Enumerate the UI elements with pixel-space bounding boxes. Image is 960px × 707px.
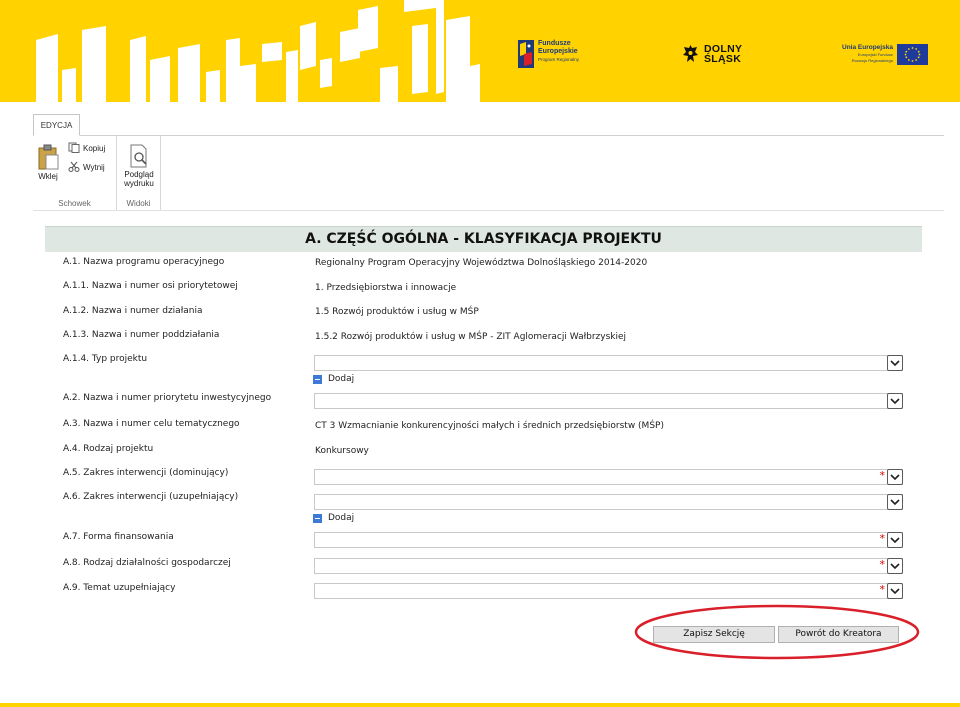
value-a3: CT 3 Wzmacnianie konkurencyjności małych… xyxy=(315,421,664,431)
ribbon-group-views: Podgląd wydruku Widoki xyxy=(117,136,161,210)
section-title: A. CZĘŚĆ OGÓLNA - KLASYFIKACJA PROJEKTU xyxy=(305,231,662,247)
dropdown-arrow[interactable] xyxy=(887,469,903,485)
copy-icon xyxy=(68,142,80,155)
required-marker: * xyxy=(879,583,886,596)
label-a4: A.4. Rodzaj projektu xyxy=(63,444,154,454)
value-a4: Konkursowy xyxy=(315,446,369,456)
bottom-stripe xyxy=(0,703,960,707)
chevron-down-icon xyxy=(890,499,900,506)
add-label: Dodaj xyxy=(328,513,355,523)
ribbon-group-clipboard: Wklej Kopiuj Wytnij Schowek xyxy=(33,136,117,210)
chevron-down-icon xyxy=(890,537,900,544)
ribbon-divider xyxy=(33,135,944,136)
value-a11: 1. Przedsiębiorstwa i innowacje xyxy=(315,283,457,293)
collapse-icon xyxy=(313,513,322,523)
tab-edycja[interactable]: EDYCJA xyxy=(33,114,80,136)
copy-button[interactable]: Kopiuj xyxy=(68,142,105,155)
label-a8: A.8. Rodzaj działalności gospodarczej xyxy=(63,558,231,568)
value-a13: 1.5.2 Rozwój produktów i usług w MŚP - Z… xyxy=(315,332,627,342)
required-marker: * xyxy=(879,532,886,545)
banner-decoration xyxy=(36,0,480,102)
dropdown-arrow[interactable] xyxy=(887,494,903,510)
label-a11: A.1.1. Nazwa i numer osi priorytetowej xyxy=(63,281,238,291)
value-a12: 1.5 Rozwój produktów i usług w MŚP xyxy=(315,307,479,317)
print-preview-label-2: wydruku xyxy=(124,179,154,188)
add-button-a6[interactable]: Dodaj xyxy=(313,513,354,523)
label-a7: A.7. Forma finansowania xyxy=(63,532,174,542)
top-banner: Fundusze Europejskie Program Regionalny … xyxy=(0,0,960,102)
ue-logo-line1: Unia Europejska xyxy=(842,44,893,51)
collapse-icon xyxy=(313,374,322,384)
fe-logo-line1: Fundusze xyxy=(538,40,571,47)
select-a5[interactable]: * xyxy=(314,469,903,485)
select-a6[interactable] xyxy=(314,494,903,510)
chevron-down-icon xyxy=(890,588,900,595)
chevron-down-icon xyxy=(890,398,900,405)
select-a14[interactable] xyxy=(314,355,903,371)
print-preview-icon xyxy=(130,144,147,168)
print-preview-label-1: Podgląd xyxy=(124,170,154,179)
dropdown-arrow[interactable] xyxy=(887,583,903,599)
section-header: A. CZĘŚĆ OGÓLNA - KLASYFIKACJA PROJEKTU xyxy=(45,226,922,252)
group-label-views: Widoki xyxy=(126,199,151,208)
select-a7[interactable]: * xyxy=(314,532,903,548)
label-a5: A.5. Zakres interwencji (dominujący) xyxy=(63,468,229,478)
fe-logo-line2: Europejskie xyxy=(538,48,578,55)
label-a2: A.2. Nazwa i numer priorytetu inwestycyj… xyxy=(63,393,272,403)
label-a3: A.3. Nazwa i numer celu tematycznego xyxy=(63,419,240,429)
ue-logo-line3: Rozwoju Regionalnego xyxy=(851,58,893,63)
label-a14: A.1.4. Typ projektu xyxy=(63,354,148,364)
eu-flag-icon xyxy=(896,44,928,65)
chevron-down-icon xyxy=(890,474,900,481)
select-a2[interactable] xyxy=(314,393,903,409)
dropdown-arrow[interactable] xyxy=(887,393,903,409)
select-a9[interactable]: * xyxy=(314,583,903,599)
chevron-down-icon xyxy=(890,563,900,570)
fundusze-europejskie-logo: Fundusze Europejskie Program Regionalny xyxy=(518,40,579,68)
ribbon-bottom-divider xyxy=(33,210,944,211)
required-marker: * xyxy=(879,558,886,571)
required-marker: * xyxy=(879,469,886,482)
clipboard-icon xyxy=(38,144,59,170)
scissors-icon xyxy=(68,161,80,174)
chevron-down-icon xyxy=(890,360,900,367)
eagle-icon xyxy=(683,45,698,62)
fe-logo-line3: Program Regionalny xyxy=(538,57,580,62)
add-label: Dodaj xyxy=(328,374,355,384)
label-a9: A.9. Temat uzupełniający xyxy=(63,583,176,593)
highlight-ellipse xyxy=(634,604,920,660)
unia-europejska-logo: Unia Europejska Europejski Fundusz Rozwo… xyxy=(842,44,928,65)
select-a8[interactable]: * xyxy=(314,558,903,574)
group-label-clipboard: Schowek xyxy=(58,199,91,208)
label-a6: A.6. Zakres interwencji (uzupełniający) xyxy=(63,492,239,502)
ds-logo-line2: ŚLĄSK xyxy=(704,53,742,65)
fe-mark-icon xyxy=(518,40,534,68)
cut-button[interactable]: Wytnij xyxy=(68,161,105,174)
label-a13: A.1.3. Nazwa i numer poddziałania xyxy=(63,330,220,340)
label-a1: A.1. Nazwa programu operacyjnego xyxy=(63,257,225,267)
dropdown-arrow[interactable] xyxy=(887,558,903,574)
cut-label: Wytnij xyxy=(83,163,105,172)
paste-button[interactable]: Wklej xyxy=(35,144,61,181)
copy-label: Kopiuj xyxy=(83,144,106,153)
add-button-a14[interactable]: Dodaj xyxy=(313,374,354,384)
dropdown-arrow[interactable] xyxy=(887,532,903,548)
label-a12: A.1.2. Nazwa i numer działania xyxy=(63,306,203,316)
dolny-slask-logo: DOLNY ŚLĄSK xyxy=(682,44,742,64)
print-preview-button[interactable]: Podgląd wydruku xyxy=(120,144,158,188)
dropdown-arrow[interactable] xyxy=(887,355,903,371)
value-a1: Regionalny Program Operacyjny Województw… xyxy=(315,258,648,268)
paste-label: Wklej xyxy=(38,172,58,181)
